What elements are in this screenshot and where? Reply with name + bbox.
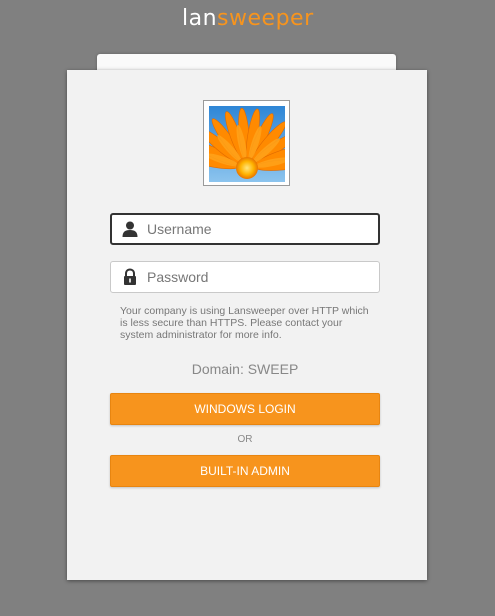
or-separator: OR [237,434,253,445]
windows-login-button[interactable]: WINDOWS LOGIN [110,393,380,425]
username-field[interactable] [110,213,380,245]
security-notice: Your company is using Lansweeper over HT… [120,305,369,341]
avatar-frame [203,100,290,186]
lansweeper-logo: lansweeper [182,4,322,34]
login-card: Your company is using Lansweeper over HT… [67,70,427,580]
logo-text-lan: lan [182,6,218,31]
builtin-admin-button[interactable]: BUILT-IN ADMIN [110,455,380,487]
logo-text-sweeper: sweeper [217,6,314,31]
password-input[interactable] [147,262,373,292]
domain-label: Domain: SWEEP [191,361,299,377]
logo-text: lansweeper [182,4,314,34]
flower-image [209,106,285,182]
password-field[interactable] [110,261,380,293]
username-input[interactable] [147,215,372,243]
lock-icon [124,268,136,285]
user-icon [122,221,138,237]
flower-avatar [209,106,285,182]
